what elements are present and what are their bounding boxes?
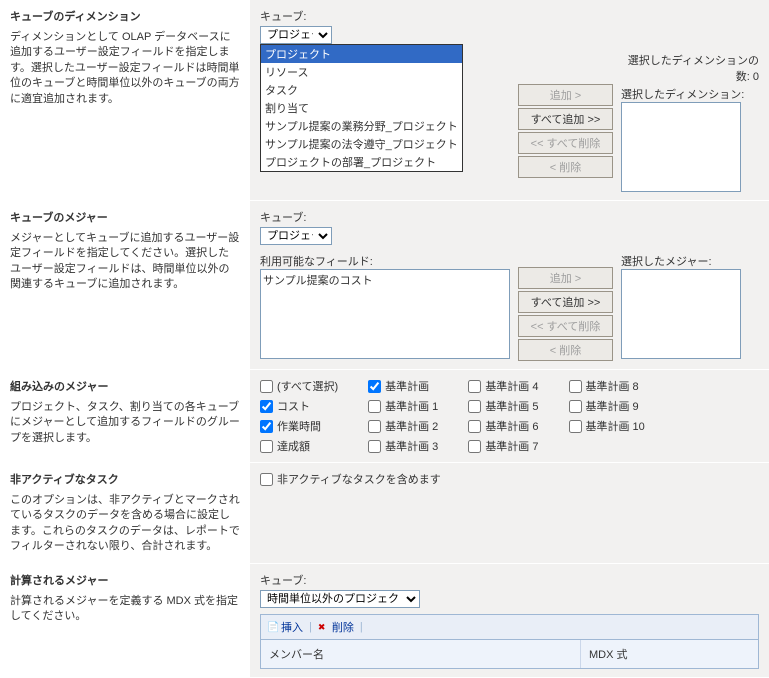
cube-select-dropdown[interactable]: プロジェクト リソース タスク 割り当て サンプル提案の業務分野_プロジェクト … [260, 44, 463, 172]
dd-item[interactable]: サンプル提案の法令遵守_プロジェクト [261, 135, 462, 153]
cb-base1[interactable] [368, 400, 381, 413]
add-button[interactable]: 追加 > [518, 267, 613, 289]
builtin-title: 組み込みのメジャー [10, 378, 240, 394]
selected-count: 選択したディメンションの数: 0 [621, 52, 759, 84]
available-fields-list[interactable]: サンプル提案のコスト [260, 269, 510, 359]
cb-base6[interactable] [468, 420, 481, 433]
cb-earned[interactable] [260, 440, 273, 453]
cb-base9[interactable] [569, 400, 582, 413]
delete-button[interactable]: 削除 [318, 619, 354, 635]
cb-base10[interactable] [569, 420, 582, 433]
cube-select-measures[interactable]: プロジェクト [260, 227, 332, 245]
remove-all-button[interactable]: << すべて削除 [518, 132, 613, 154]
cb-base5[interactable] [468, 400, 481, 413]
cube-label: キューブ: [260, 209, 759, 225]
builtin-desc: プロジェクト、タスク、割り当ての各キューブにメジャーとして追加するフィールドのグ… [10, 400, 240, 446]
cb-base3[interactable] [368, 440, 381, 453]
section-inactive-tasks: 非アクティブなタスク このオプションは、非アクティブとマークされているタスクのデ… [0, 463, 769, 564]
cb-work[interactable] [260, 420, 273, 433]
cube-label: キューブ: [260, 572, 759, 588]
cb-base[interactable] [368, 380, 381, 393]
delete-icon [318, 621, 330, 633]
add-button[interactable]: 追加 > [518, 84, 613, 106]
dimensions-desc: ディメンションとして OLAP データベースに追加するユーザー設定フィールドを指… [10, 30, 240, 107]
checkbox-grid: (すべて選択) コスト 作業時間 達成額 基準計画 基準計画 1 基準計画 2 … [260, 378, 759, 454]
col-mdx-expr: MDX 式 [581, 640, 758, 668]
dd-item[interactable]: タスク [261, 81, 462, 99]
add-all-button[interactable]: すべて追加 >> [518, 108, 613, 130]
selected-measures-list[interactable] [621, 269, 741, 359]
section-builtin-measures: 組み込みのメジャー プロジェクト、タスク、割り当ての各キューブにメジャーとして追… [0, 370, 769, 463]
remove-button[interactable]: < 削除 [518, 339, 613, 361]
section-cube-measures: キューブのメジャー メジャーとしてキューブに追加するユーザー設定フィールドを指定… [0, 201, 769, 370]
mdx-toolbar: 挿入 | 削除 | [260, 614, 759, 640]
cb-select-all[interactable] [260, 380, 273, 393]
dd-item[interactable]: プロジェクトの部署_プロジェクト [261, 153, 462, 171]
calc-title: 計算されるメジャー [10, 572, 240, 588]
col-member-name: メンバー名 [261, 640, 581, 668]
insert-button[interactable]: 挿入 [267, 619, 303, 635]
cb-base2[interactable] [368, 420, 381, 433]
section-cube-dimensions: キューブのディメンション ディメンションとして OLAP データベースに追加する… [0, 0, 769, 201]
cube-label: キューブ: [260, 8, 759, 24]
cube-select-dimensions[interactable]: プロジェクト [260, 26, 332, 44]
dd-item[interactable]: 割り当て [261, 99, 462, 117]
selected-label: 選択したメジャー: [621, 253, 741, 269]
dd-item[interactable]: リソース [261, 63, 462, 81]
add-all-button[interactable]: すべて追加 >> [518, 291, 613, 313]
dimensions-title: キューブのディメンション [10, 8, 240, 24]
measures-desc: メジャーとしてキューブに追加するユーザー設定フィールドを指定してください。選択し… [10, 231, 240, 293]
measures-title: キューブのメジャー [10, 209, 240, 225]
section-calculated-measures: 計算されるメジャー 計算されるメジャーを定義する MDX 式を指定してください。… [0, 564, 769, 678]
selected-label: 選択したディメンション: [621, 86, 759, 102]
cb-cost[interactable] [260, 400, 273, 413]
inactive-title: 非アクティブなタスク [10, 471, 240, 487]
calc-desc: 計算されるメジャーを定義する MDX 式を指定してください。 [10, 594, 240, 625]
insert-icon [267, 621, 279, 633]
cube-select-calc[interactable]: 時間単位以外のプロジェクト [260, 590, 420, 608]
cb-include-inactive[interactable] [260, 473, 273, 486]
cb-base4[interactable] [468, 380, 481, 393]
list-item[interactable]: サンプル提案のコスト [263, 272, 507, 288]
avail-fields-label: 利用可能なフィールド: [260, 253, 510, 269]
mdx-table-header: メンバー名 MDX 式 [260, 640, 759, 669]
cb-base8[interactable] [569, 380, 582, 393]
remove-all-button[interactable]: << すべて削除 [518, 315, 613, 337]
dd-item[interactable]: プロジェクト [261, 45, 462, 63]
inactive-desc: このオプションは、非アクティブとマークされているタスクのデータを含める場合に設定… [10, 493, 240, 555]
dd-item[interactable]: サンプル提案の業務分野_プロジェクト [261, 117, 462, 135]
remove-button[interactable]: < 削除 [518, 156, 613, 178]
selected-dimensions-list[interactable] [621, 102, 741, 192]
cb-base7[interactable] [468, 440, 481, 453]
